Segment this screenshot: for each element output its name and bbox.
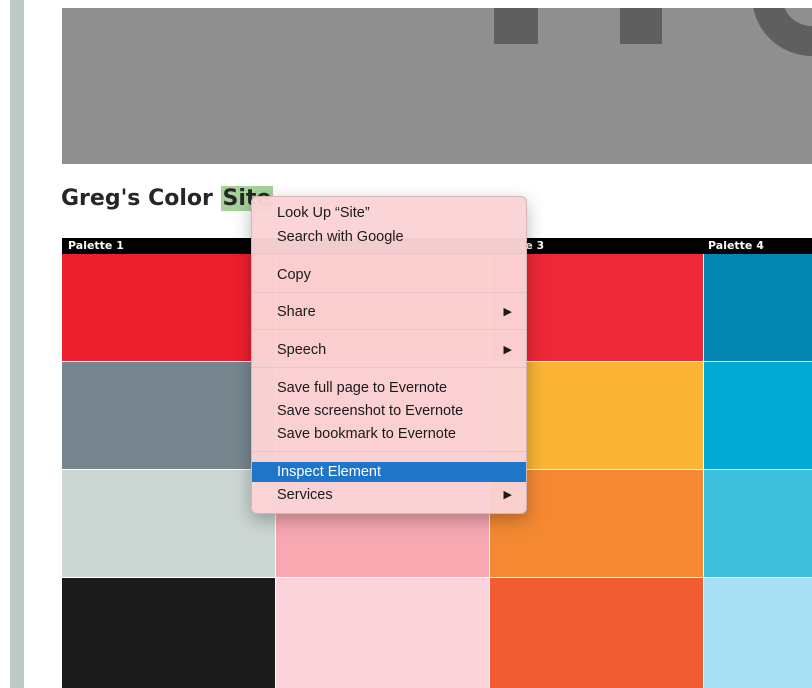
menu-item-save-page-evernote[interactable]: Save full page to Evernote xyxy=(252,378,526,398)
submenu-arrow-icon: ▶ xyxy=(503,306,512,318)
menu-item-speech[interactable]: Speech ▶ xyxy=(252,340,526,360)
color-swatch xyxy=(704,254,812,362)
color-swatch xyxy=(704,578,812,688)
menu-separator xyxy=(252,367,526,368)
menu-item-services[interactable]: Services ▶ xyxy=(252,485,526,505)
menu-item-label: Save bookmark to Evernote xyxy=(277,426,456,442)
hero-shape xyxy=(620,8,662,44)
color-swatch xyxy=(490,578,704,688)
menu-item-save-bookmark-evernote[interactable]: Save bookmark to Evernote xyxy=(252,424,526,444)
menu-item-search-google[interactable]: Search with Google xyxy=(252,227,526,247)
menu-item-label: Save screenshot to Evernote xyxy=(277,403,464,419)
submenu-arrow-icon: ▶ xyxy=(503,489,512,501)
menu-item-inspect-element[interactable]: Inspect Element xyxy=(252,462,526,482)
menu-item-share[interactable]: Share ▶ xyxy=(252,302,526,322)
left-rail xyxy=(10,0,24,688)
color-swatch xyxy=(62,470,276,578)
submenu-arrow-icon: ▶ xyxy=(503,344,512,356)
menu-item-label: Share xyxy=(277,304,316,320)
hero-shape xyxy=(752,8,812,56)
menu-item-label: Search with Google xyxy=(277,229,404,245)
color-swatch xyxy=(62,578,276,688)
hero-image xyxy=(62,8,812,164)
color-swatch xyxy=(62,254,276,362)
menu-item-save-screenshot-evernote[interactable]: Save screenshot to Evernote xyxy=(252,401,526,421)
menu-item-label: Services xyxy=(277,487,333,503)
color-swatch xyxy=(704,362,812,470)
menu-item-copy[interactable]: Copy xyxy=(252,265,526,285)
page-title: Greg's Color Site xyxy=(61,186,274,211)
menu-item-label: Inspect Element xyxy=(277,464,381,480)
menu-item-label: Copy xyxy=(277,267,311,283)
menu-item-label: Speech xyxy=(277,342,327,358)
menu-separator xyxy=(252,451,526,452)
menu-item-label: Look Up “Site” xyxy=(277,205,370,221)
color-swatch xyxy=(62,362,276,470)
page-title-text: Greg's Color xyxy=(61,186,221,211)
menu-separator xyxy=(252,329,526,330)
palette-header-4: Palette 4 xyxy=(708,239,764,252)
hero-shape xyxy=(494,8,538,44)
menu-item-look-up[interactable]: Look Up “Site” xyxy=(252,203,526,223)
web-page: Greg's Color Site Palette 1 te 3 Palette… xyxy=(0,0,812,688)
palette-header-1: Palette 1 xyxy=(68,239,124,252)
menu-item-label: Save full page to Evernote xyxy=(277,380,448,396)
menu-separator xyxy=(252,253,526,254)
color-swatch xyxy=(704,470,812,578)
context-menu[interactable]: Look Up “Site” Search with Google Copy S… xyxy=(251,196,527,514)
menu-separator xyxy=(252,292,526,293)
color-swatch xyxy=(276,578,490,688)
